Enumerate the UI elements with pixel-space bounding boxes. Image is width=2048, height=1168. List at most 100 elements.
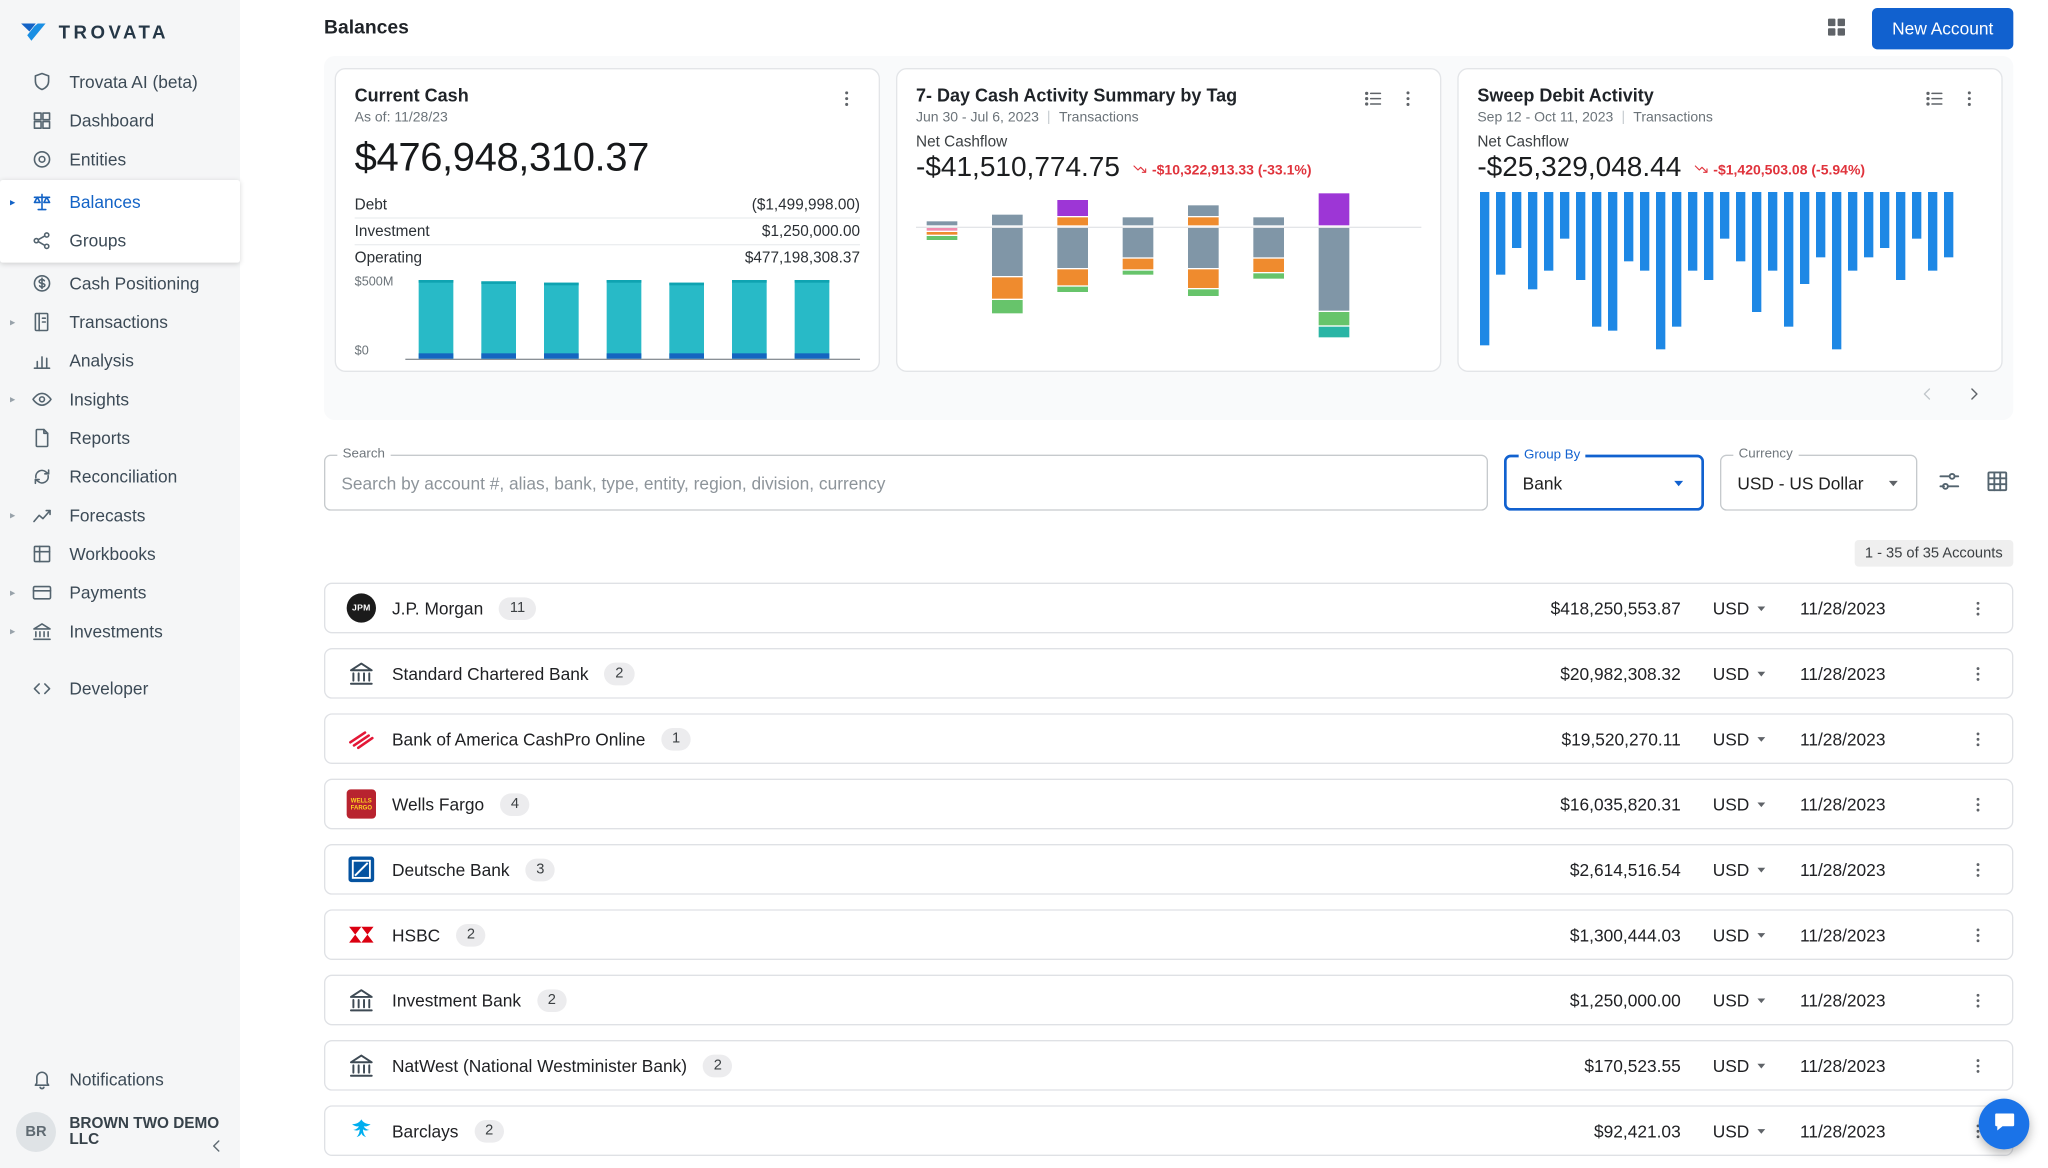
expand-caret-icon[interactable]: ▸ [5,394,20,405]
chevron-down-icon[interactable] [1752,1056,1771,1075]
segment-orange [992,277,1023,298]
sidebar-item-cash-positioning[interactable]: Cash Positioning [0,264,240,303]
currency-select[interactable]: Currency USD - US Dollar [1720,455,1917,511]
row-menu-button[interactable] [1965,987,1990,1012]
card-titles: 7- Day Cash Activity Summary by Tag Jun … [916,85,1237,125]
chevron-left-icon [1917,384,1937,408]
expand-caret-icon[interactable]: ▸ [5,317,20,328]
debit-bar [1528,192,1537,289]
debit-bar [1880,192,1889,248]
segment-green [927,236,958,240]
currency-dropdown[interactable]: USD [1713,729,1771,749]
currency-dropdown[interactable]: USD [1713,1121,1771,1141]
chevron-down-icon[interactable] [1752,1121,1771,1140]
row-menu-button[interactable] [1965,726,1990,751]
balance-date: 11/28/2023 [1800,663,1904,683]
currency-dropdown[interactable]: USD [1713,990,1771,1010]
sidebar-item-reconciliation[interactable]: Reconciliation [0,457,240,496]
row-menu-button[interactable] [1965,857,1990,882]
chevron-down-icon[interactable] [1883,472,1904,493]
sidebar-item-entities[interactable]: Entities [0,140,240,179]
kebab-menu-icon [836,88,857,113]
currency-dropdown[interactable]: USD [1713,794,1771,814]
payments-icon [31,581,54,604]
sidebar-item-insights[interactable]: ▸Insights [0,380,240,419]
trovata-logo[interactable]: TROVATA [0,0,240,63]
filter-settings-button[interactable] [1933,465,1965,501]
new-account-button[interactable]: New Account [1872,7,2013,48]
account-row-deutsche-bank[interactable]: Deutsche Bank3$2,614,516.54USD11/28/2023 [324,844,2013,895]
sidebar-item-workbooks[interactable]: Workbooks [0,535,240,574]
currency-dropdown[interactable]: USD [1713,598,1771,618]
sidebar-item-dashboard[interactable]: Dashboard [0,101,240,140]
chevron-down-icon[interactable] [1752,795,1771,814]
debit-bar [1544,192,1553,271]
sidebar-item-trovata-ai-beta[interactable]: Trovata AI (beta) [0,63,240,102]
sidebar-item-analysis[interactable]: Analysis [0,341,240,380]
grid-view-button[interactable] [1981,465,2013,501]
expand-caret-icon[interactable]: ▸ [5,510,20,521]
card-list-view-button[interactable] [1921,85,1948,116]
balance-amount: $1,250,000.00 [1570,990,1681,1010]
currency-dropdown[interactable]: USD [1713,859,1771,879]
bank-logo [347,1051,376,1080]
row-menu-button[interactable] [1965,791,1990,816]
row-menu-button[interactable] [1965,661,1990,686]
row-menu-button[interactable] [1965,595,1990,620]
row-menu-button[interactable] [1965,922,1990,947]
expand-caret-icon[interactable]: ▸ [5,626,20,637]
card-menu-button[interactable] [833,85,860,116]
chevron-down-icon[interactable] [1752,991,1771,1010]
chevron-down-icon[interactable] [1668,472,1689,493]
currency-dropdown[interactable]: USD [1713,663,1771,683]
account-row-hsbc[interactable]: HSBC2$1,300,444.03USD11/28/2023 [324,909,2013,960]
sidebar-item-groups[interactable]: Groups [0,221,240,260]
card-list-view-button[interactable] [1360,85,1387,116]
account-row-investment-bank[interactable]: Investment Bank2$1,250,000.00USD11/28/20… [324,975,2013,1026]
currency-dropdown[interactable]: USD [1713,925,1771,945]
card-menu-button[interactable] [1956,85,1983,116]
expand-caret-icon[interactable]: ▸ [5,587,20,598]
sidebar-item-investments[interactable]: ▸Investments [0,612,240,651]
chat-button[interactable] [1979,1099,2030,1150]
sidebar-item-developer[interactable]: Developer [0,669,240,708]
layout-grid-button[interactable] [1821,11,1850,44]
chevron-down-icon[interactable] [1752,729,1771,748]
account-row-barclays[interactable]: Barclays2$92,421.03USD11/28/2023 [324,1105,2013,1156]
trovata-ai-icon [31,71,54,94]
notifications-label: Notifications [69,1069,163,1089]
carousel-next-button[interactable] [1961,381,1986,410]
sidebar-item-payments[interactable]: ▸Payments [0,573,240,612]
account-switcher[interactable]: BR BROWN TWO DEMO LLC [0,1099,240,1152]
collapse-sidebar-button[interactable] [207,1136,227,1160]
chevron-down-icon[interactable] [1752,664,1771,683]
stacked-bar [1057,189,1088,338]
chevron-down-icon[interactable] [1752,925,1771,944]
notifications-item[interactable]: Notifications [0,1060,240,1099]
account-row-standard-chartered-bank[interactable]: Standard Chartered Bank2$20,982,308.32US… [324,648,2013,699]
chevron-down-icon[interactable] [1752,860,1771,879]
account-row-bank-of-america-cashpro-online[interactable]: Bank of America CashPro Online1$19,520,2… [324,713,2013,764]
currency-dropdown[interactable]: USD [1713,1055,1771,1075]
group-by-select[interactable]: Group By Bank [1504,455,1704,511]
account-row-j-p-morgan[interactable]: JPMJ.P. Morgan11$418,250,553.87USD11/28/… [324,583,2013,634]
debit-bar [1480,192,1489,345]
row-menu-button[interactable] [1965,1053,1990,1078]
card-menu-button[interactable] [1395,85,1422,116]
account-count-badge: 4 [500,793,530,816]
account-row-natwest-national-westminister-bank[interactable]: NatWest (National Westminister Bank)2$17… [324,1040,2013,1091]
account-row-wells-fargo[interactable]: WELLSFARGOWells Fargo4$16,035,820.31USD1… [324,779,2013,830]
bell-icon [31,1068,54,1091]
sidebar-item-transactions[interactable]: ▸Transactions [0,303,240,342]
cash-breakdown-row-operating: Operating$477,198,308.37 [355,245,860,270]
chevron-down-icon[interactable] [1752,599,1771,618]
expand-caret-icon[interactable]: ▸ [5,197,20,208]
sidebar-item-balances[interactable]: ▸Balances [0,183,240,222]
sidebar-item-reports[interactable]: Reports [0,419,240,458]
carousel-prev-button[interactable] [1915,381,1940,410]
search-input[interactable] [325,473,1486,493]
accounts-list: JPMJ.P. Morgan11$418,250,553.87USD11/28/… [324,583,2013,1168]
sidebar-item-forecasts[interactable]: ▸Forecasts [0,496,240,535]
avatar: BR [16,1112,56,1152]
segment-green [1123,271,1154,275]
